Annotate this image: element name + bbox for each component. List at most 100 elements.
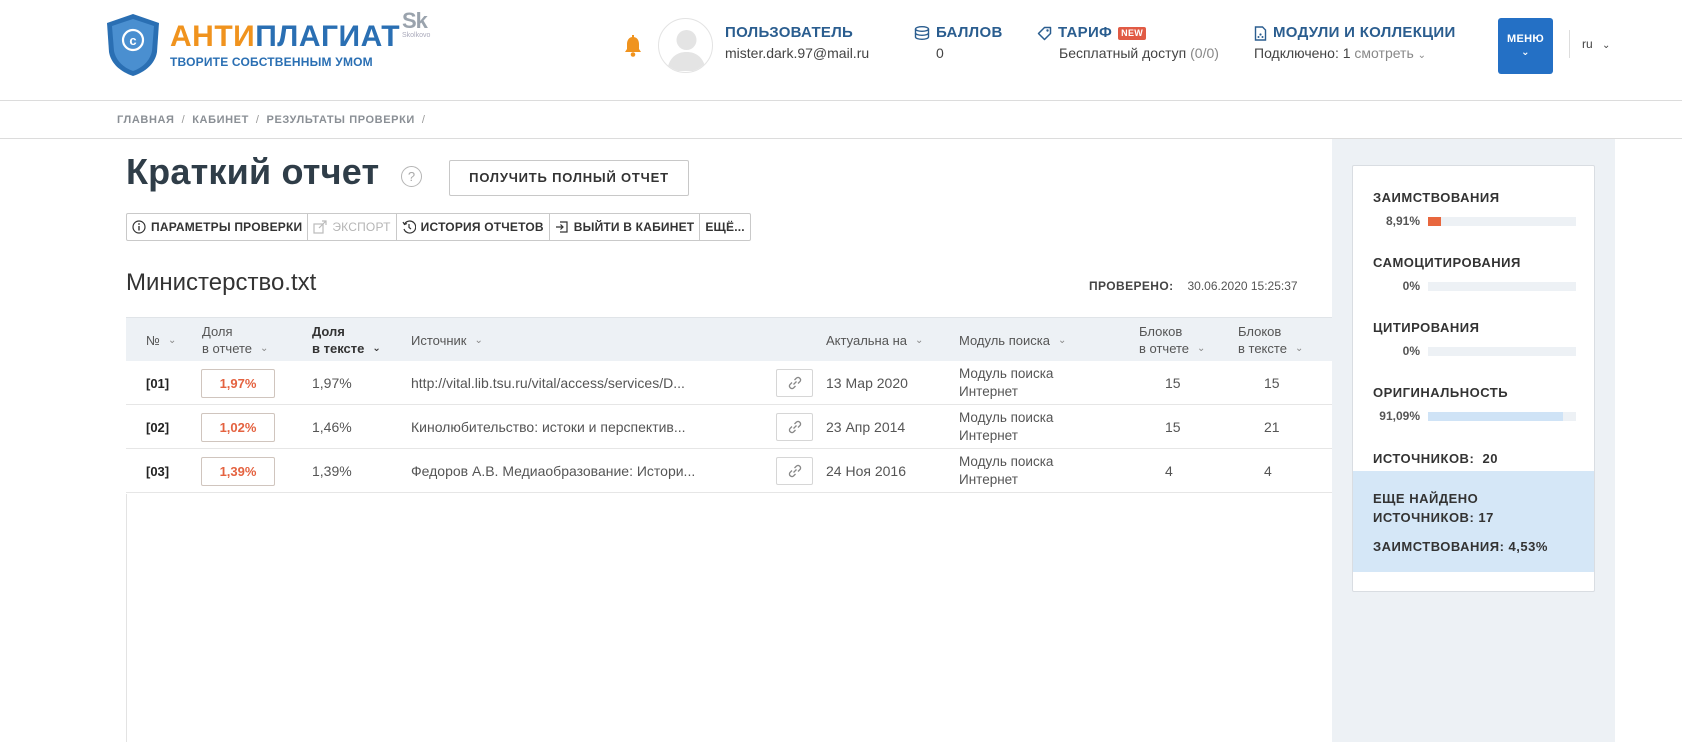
share-text: 1,46% [312, 419, 352, 435]
blocks-in-report: 4 [1165, 463, 1173, 479]
get-full-report-button[interactable]: ПОЛУЧИТЬ ПОЛНЫЙ ОТЧЕТ [449, 160, 689, 196]
table-row[interactable]: [01] 1,97% 1,97% http://vital.lib.tsu.ru… [126, 361, 1332, 405]
table-row[interactable]: [02] 1,02% 1,46% Кинолюбительство: исток… [126, 405, 1332, 449]
source-link[interactable]: http://vital.lib.tsu.ru/vital/access/ser… [411, 361, 685, 405]
menu-button[interactable]: МЕНЮ ⌄ [1498, 18, 1553, 74]
language-selector[interactable]: ru ⌄ [1582, 37, 1610, 51]
user-label: ПОЛЬЗОВАТЕЛЬ [725, 24, 854, 41]
breadcrumb-home[interactable]: ГЛАВНАЯ [117, 114, 175, 126]
checked-datetime: ПРОВЕРЕНО: 30.06.2020 15:25:37 [1089, 279, 1298, 293]
svg-text:c: c [129, 33, 136, 48]
notification-bell-icon[interactable] [622, 34, 644, 58]
chevron-down-icon: ⌄ [474, 334, 483, 346]
sources-table: № ⌄ Доля в отчете ⌄ Доля в тексте ⌄ Источник ⌄… [126, 317, 1332, 493]
modules-value: Подключено: 1 смотреть ⌄ [1254, 45, 1427, 61]
tag-icon [1037, 26, 1052, 40]
col-num[interactable]: № ⌄ [146, 318, 176, 362]
chevron-down-icon: ⌄ [914, 334, 924, 346]
stat-selfcitation: САМОЦИТИРОВАНИЯ 0% [1373, 255, 1583, 293]
chevron-down-icon: ⌄ [1057, 334, 1067, 346]
chain-link-icon [788, 464, 801, 478]
tariff-block[interactable]: ТАРИФ NEW Бесплатный доступ (0/0) [1037, 24, 1219, 62]
tariff-value: Бесплатный доступ (0/0) [1059, 45, 1219, 61]
export-button[interactable]: ЭКСПОРТ [308, 214, 397, 240]
more-found-block[interactable]: ЕЩЕ НАЙДЕНО ИСТОЧНИКОВ: 17 ЗАИМСТВОВАНИЯ… [1353, 471, 1594, 572]
history-icon [402, 220, 416, 234]
blocks-in-text: 21 [1264, 419, 1280, 435]
table-header: № ⌄ Доля в отчете ⌄ Доля в тексте ⌄ Источник ⌄… [126, 317, 1332, 361]
blocks-in-text: 4 [1264, 463, 1272, 479]
chevron-down-icon: ⌄ [1521, 47, 1530, 58]
share-report-badge[interactable]: 1,39% [201, 456, 275, 486]
col-source[interactable]: Источник ⌄ [411, 318, 483, 362]
source-link[interactable]: Федоров А.В. Медиаобразование: Истори... [411, 449, 695, 493]
open-source-link-button[interactable] [776, 413, 813, 441]
actual-date: 24 Ноя 2016 [826, 463, 906, 479]
borrowings-bar [1428, 216, 1576, 226]
modules-see-link[interactable]: смотреть [1354, 45, 1413, 61]
more-button[interactable]: ЕЩЁ... [700, 214, 749, 240]
help-icon[interactable]: ? [401, 166, 422, 187]
user-avatar[interactable] [658, 18, 713, 73]
breadcrumb-results[interactable]: РЕЗУЛЬТАТЫ ПРОВЕРКИ [267, 114, 415, 126]
chevron-down-icon: ⌄ [1602, 40, 1611, 51]
report-history-button[interactable]: ИСТОРИЯ ОТЧЕТОВ [397, 214, 550, 240]
brand-logo-text[interactable]: АНТИПЛАГИАТ ТВОРИТЕ СОБСТВЕННЫМ УМОМ [170, 20, 401, 70]
tariff-label: ТАРИФ NEW [1037, 24, 1219, 42]
exit-to-cabinet-button[interactable]: ВЫЙТИ В КАБИНЕТ [550, 214, 701, 240]
source-link[interactable]: Кинолюбительство: истоки и перспектив... [411, 405, 686, 449]
breadcrumb-cabinet[interactable]: КАБИНЕТ [192, 114, 249, 126]
col-share-report[interactable]: Доля в отчете ⌄ [202, 318, 268, 362]
search-module: Модуль поиска Интернет [959, 454, 1054, 487]
skolkovo-logo: Sk Skolkovo [402, 8, 431, 40]
user-silhouette-icon [667, 30, 706, 71]
top-header: c АНТИПЛАГИАТ ТВОРИТЕ СОБСТВЕННЫМ УМОМ S… [0, 0, 1682, 101]
actual-date: 23 Апр 2014 [826, 419, 906, 435]
open-source-link-button[interactable] [776, 457, 813, 485]
page-title: Краткий отчет [126, 151, 380, 192]
row-number: [02] [146, 419, 170, 435]
document-icon [1254, 25, 1267, 41]
content-left-border [126, 494, 127, 742]
user-block[interactable]: ПОЛЬЗОВАТЕЛЬ mister.dark.97@mail.ru [725, 24, 869, 62]
blocks-in-report: 15 [1165, 375, 1181, 391]
citation-value: 0% [1402, 344, 1420, 358]
row-number: [03] [146, 463, 170, 479]
exit-icon [555, 221, 568, 233]
chevron-down-icon: ⌄ [372, 342, 381, 354]
modules-block[interactable]: МОДУЛИ И КОЛЛЕКЦИИ Подключено: 1 смотрет… [1254, 24, 1456, 64]
chevron-down-icon: ⌄ [167, 334, 177, 346]
borrowings-value: 8,91% [1385, 214, 1420, 228]
divider [1569, 30, 1570, 58]
brand-tagline: ТВОРИТЕ СОБСТВЕННЫМ УМОМ [170, 55, 373, 69]
check-params-button[interactable]: ПАРАМЕТРЫ ПРОВЕРКИ [127, 214, 309, 240]
antiplagiat-shield-logo[interactable]: c [104, 12, 162, 78]
search-module: Модуль поиска Интернет [959, 410, 1054, 443]
new-badge: NEW [1118, 26, 1147, 40]
coins-icon [914, 26, 930, 40]
points-block[interactable]: БАЛЛОВ 0 [914, 24, 1003, 62]
stat-borrowings: ЗАИМСТВОВАНИЯ 8,91% [1373, 190, 1583, 228]
document-name: Министерство.txt [126, 269, 317, 296]
report-toolbar: ПАРАМЕТРЫ ПРОВЕРКИ ЭКСПОРТ ИСТОРИЯ ОТЧЕТ… [126, 213, 751, 241]
table-row[interactable]: [03] 1,39% 1,39% Федоров А.В. Медиаобраз… [126, 449, 1332, 493]
col-actual[interactable]: Актуальна на ⌄ [826, 318, 923, 362]
chevron-down-icon[interactable]: ⌄ [1418, 50, 1426, 61]
stat-citation: ЦИТИРОВАНИЯ 0% [1373, 320, 1583, 358]
share-text: 1,39% [312, 463, 352, 479]
share-report-badge[interactable]: 1,02% [201, 412, 275, 442]
chevron-down-icon: ⌄ [1197, 342, 1206, 354]
open-source-link-button[interactable] [776, 369, 813, 397]
col-module[interactable]: Модуль поиска ⌄ [959, 318, 1066, 362]
row-number: [01] [146, 375, 170, 391]
share-report-badge[interactable]: 1,97% [201, 368, 275, 398]
col-blocks-text[interactable]: Блоков в тексте ⌄ [1238, 318, 1303, 362]
sources-count: ИСТОЧНИКОВ: 20 [1373, 451, 1498, 466]
modules-label: МОДУЛИ И КОЛЛЕКЦИИ [1254, 24, 1456, 42]
col-blocks-report[interactable]: Блоков в отчете ⌄ [1139, 318, 1205, 362]
col-share-text[interactable]: Доля в тексте ⌄ [312, 318, 381, 362]
points-label: БАЛЛОВ [914, 24, 1003, 42]
brand-name: АНТИПЛАГИАТ [170, 20, 401, 53]
points-value: 0 [936, 45, 944, 61]
blocks-in-report: 15 [1165, 419, 1181, 435]
